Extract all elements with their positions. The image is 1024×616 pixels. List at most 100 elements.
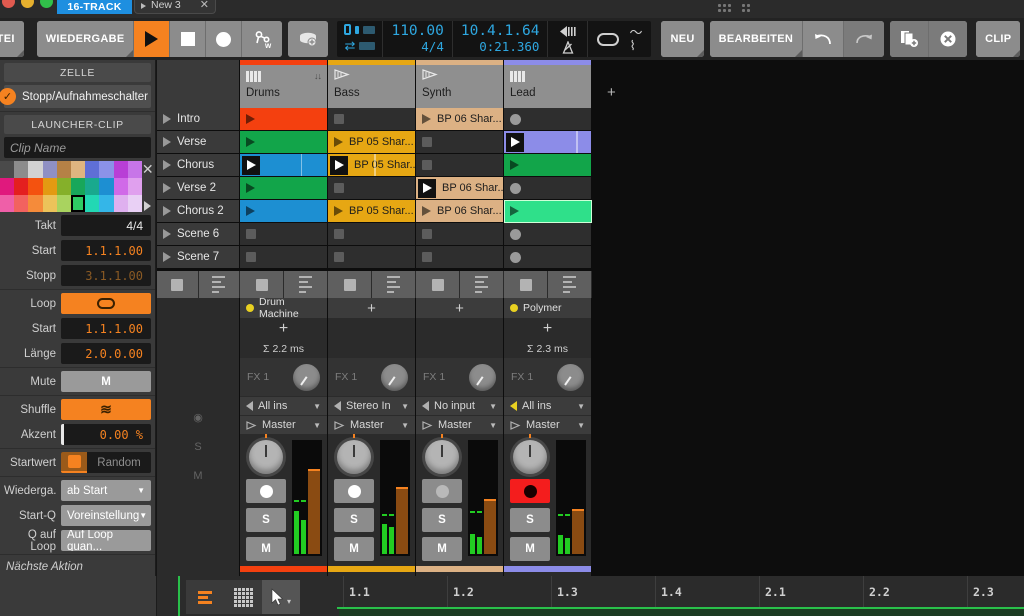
scene-row[interactable]: Chorus 2 <box>157 200 240 223</box>
record-button[interactable] <box>206 21 243 57</box>
color-swatch[interactable] <box>70 195 86 212</box>
input-select[interactable]: All ins ▼ <box>240 396 327 415</box>
clip-cell[interactable] <box>504 131 592 154</box>
add-track-button[interactable]: + <box>607 84 616 101</box>
stop-circle-icon[interactable] <box>510 228 521 240</box>
scene-launch-icon[interactable] <box>163 137 171 147</box>
volume-fader[interactable] <box>484 442 496 554</box>
meter-and-fader[interactable] <box>292 440 322 556</box>
tap-tempo-button[interactable] <box>288 21 329 57</box>
dice-icon[interactable] <box>61 452 87 473</box>
shuffle-toggle-button[interactable]: ≋ <box>61 399 151 420</box>
stop-square-icon[interactable] <box>422 137 432 147</box>
launch-queue-button[interactable] <box>460 271 504 298</box>
arranger-clip-area[interactable] <box>339 609 1024 616</box>
clip-cell[interactable]: BP 06 Shar... <box>416 200 504 223</box>
chevron-down-icon[interactable]: ▾ <box>287 597 291 606</box>
solo-button[interactable]: S <box>246 508 286 532</box>
mute-overview-icon[interactable]: M <box>157 461 239 490</box>
property-select[interactable]: Auf Loop quan... <box>61 530 151 551</box>
solo-overview-icon[interactable]: S <box>157 432 239 461</box>
clip-cell[interactable] <box>416 131 504 154</box>
delete-button[interactable] <box>929 21 968 57</box>
track-header[interactable]: ↓↓ Drums <box>240 60 328 108</box>
pan-knob[interactable] <box>249 434 283 474</box>
palette-next-icon[interactable] <box>144 201 152 211</box>
scene-row[interactable]: Intro <box>157 108 240 131</box>
fx-send-row[interactable]: FX 1 <box>416 358 503 396</box>
fx-send-knob[interactable] <box>293 363 320 391</box>
color-swatch[interactable] <box>28 195 43 212</box>
fx-send-row[interactable]: FX 1 <box>328 358 415 396</box>
layers-button[interactable] <box>186 580 224 614</box>
clip-playing-icon[interactable] <box>330 155 348 175</box>
scene-launch-icon[interactable] <box>163 252 171 262</box>
stop-all-button[interactable] <box>240 271 284 298</box>
duplicate-button[interactable] <box>890 21 930 57</box>
color-swatch[interactable] <box>14 195 29 212</box>
scene-row[interactable]: Verse 2 <box>157 177 240 200</box>
clip-cell[interactable]: BP 06 Shar... <box>416 108 504 131</box>
device-slot[interactable]: Polymer <box>504 298 591 318</box>
color-swatch[interactable] <box>56 178 71 195</box>
grid-button[interactable] <box>224 580 262 614</box>
launch-queue-button[interactable] <box>548 271 592 298</box>
color-swatch[interactable] <box>127 178 142 195</box>
scene-launch-icon[interactable] <box>163 114 171 124</box>
scene-launch-icon[interactable] <box>163 206 171 216</box>
pan-knob[interactable] <box>337 434 371 474</box>
scene-launch-icon[interactable] <box>163 160 171 170</box>
solo-button[interactable]: S <box>510 508 550 532</box>
color-swatch[interactable] <box>85 161 100 178</box>
stop-square-icon[interactable] <box>422 229 432 239</box>
clip-cell[interactable] <box>328 223 416 246</box>
property-value[interactable]: 1.1.1.00 <box>61 240 151 261</box>
track-name[interactable]: Lead <box>504 87 591 99</box>
volume-fader[interactable] <box>308 442 320 554</box>
chevron-down-icon[interactable]: ▼ <box>577 402 585 411</box>
clip-cell[interactable] <box>416 154 504 177</box>
clip-cell[interactable] <box>416 223 504 246</box>
clip-launch-icon[interactable] <box>246 183 255 193</box>
clip-cell[interactable] <box>240 177 328 200</box>
stop-all-button[interactable] <box>328 271 372 298</box>
scene-launch-icon[interactable] <box>163 183 171 193</box>
meter-and-fader[interactable] <box>468 440 498 556</box>
track-header[interactable]: Lead <box>504 60 592 108</box>
track-name[interactable]: Synth <box>416 87 503 99</box>
pan-knob[interactable] <box>513 434 547 474</box>
input-select[interactable]: All ins ▼ <box>504 396 591 415</box>
fx-send-row[interactable]: FX 1 <box>504 358 591 396</box>
chevron-down-icon[interactable]: ▼ <box>313 421 321 430</box>
mute-button[interactable]: M <box>510 537 550 561</box>
clip-cell[interactable]: BP 05 Shar... <box>328 154 416 177</box>
stop-circle-icon[interactable] <box>510 182 521 194</box>
color-swatch[interactable] <box>42 195 57 212</box>
minimize-window-button[interactable] <box>21 0 34 8</box>
clip-cell[interactable] <box>504 108 592 131</box>
color-swatch[interactable] <box>127 161 142 178</box>
clip-cell[interactable] <box>240 200 328 223</box>
stop-square-icon[interactable] <box>334 252 344 262</box>
playback-menu-button[interactable]: WIEDERGABE <box>36 21 135 57</box>
color-swatch[interactable] <box>0 161 15 178</box>
scene-row[interactable]: Chorus <box>157 154 240 177</box>
close-window-button[interactable] <box>2 0 15 8</box>
fx-send-knob[interactable] <box>381 363 408 391</box>
stop-all-button[interactable] <box>157 271 199 298</box>
stop-square-icon[interactable] <box>422 160 432 170</box>
clip-launch-icon[interactable] <box>246 137 255 147</box>
file-menu-button[interactable]: DATEI <box>0 21 24 57</box>
color-swatch[interactable] <box>70 178 86 195</box>
launch-queue-button[interactable] <box>372 271 416 298</box>
loop-toggle-button[interactable] <box>61 293 151 314</box>
maximize-window-button[interactable] <box>40 0 53 8</box>
record-arm-button[interactable] <box>334 479 374 503</box>
scene-row[interactable]: Scene 7 <box>157 246 240 269</box>
track-name[interactable]: Drums <box>240 87 327 99</box>
color-swatch[interactable] <box>28 161 43 178</box>
chevron-down-icon[interactable]: ▼ <box>489 402 497 411</box>
chevron-down-icon[interactable]: ▼ <box>313 402 321 411</box>
chevron-down-icon[interactable]: ▼ <box>401 402 409 411</box>
device-slot[interactable]: Drum Machine <box>240 296 327 320</box>
